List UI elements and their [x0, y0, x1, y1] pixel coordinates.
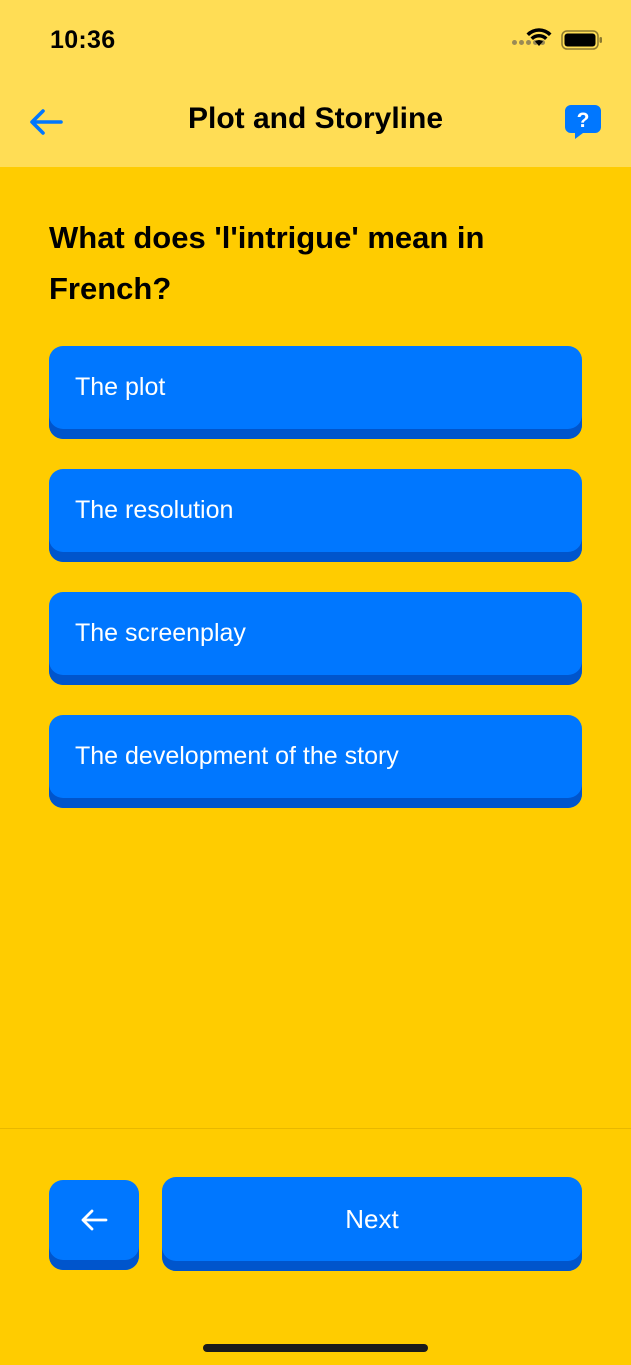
header-area: 10:36 Plot and Storyline ? — [0, 0, 631, 167]
answer-option[interactable]: The screenplay — [49, 592, 582, 685]
answer-option-label: The resolution — [75, 496, 234, 524]
previous-button[interactable] — [49, 1180, 139, 1270]
status-time: 10:36 — [50, 26, 116, 54]
page-title: Plot and Storyline — [187, 102, 444, 135]
svg-text:?: ? — [577, 109, 590, 132]
answer-option-label: The development of the story — [75, 742, 399, 770]
wifi-icon — [526, 28, 552, 46]
next-button[interactable]: Next — [162, 1177, 582, 1271]
footer-divider — [0, 1128, 631, 1129]
question-text: What does 'l'intrigue' mean in French? — [49, 220, 485, 306]
arrow-left-icon — [81, 1209, 108, 1231]
question-bubble-icon: ? — [565, 105, 601, 139]
home-indicator — [203, 1344, 428, 1352]
answer-option[interactable]: The development of the story — [49, 715, 582, 808]
answer-option[interactable]: The resolution — [49, 469, 582, 562]
help-button[interactable]: ? — [563, 102, 603, 142]
answer-options: The plot The resolution The screenplay T… — [49, 346, 582, 838]
answer-option-label: The screenplay — [75, 619, 246, 647]
answer-option-label: The plot — [75, 373, 166, 401]
battery-icon — [561, 30, 602, 50]
answer-option[interactable]: The plot — [49, 346, 582, 439]
